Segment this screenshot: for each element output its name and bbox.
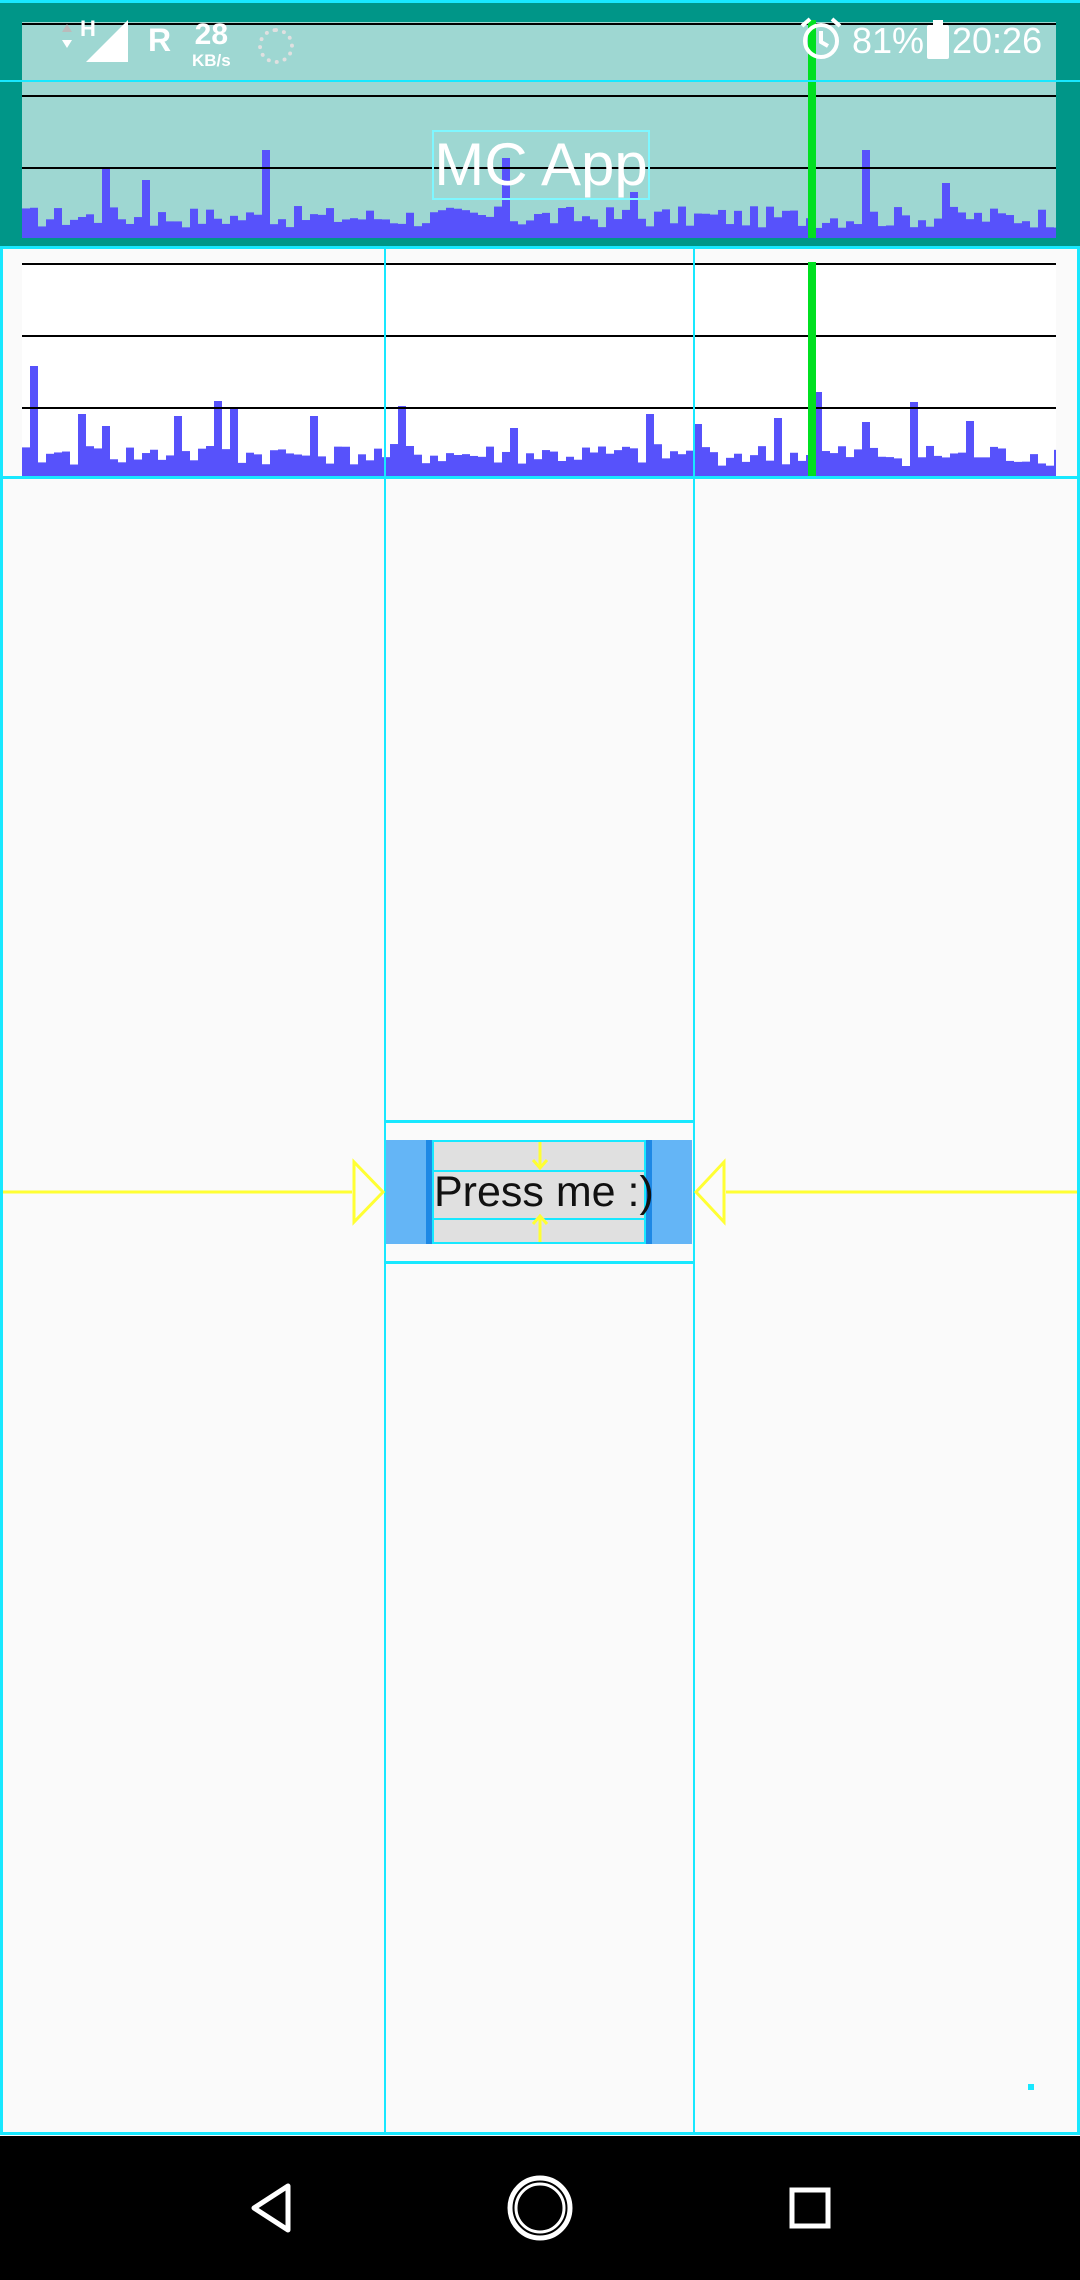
back-icon[interactable]	[230, 2168, 310, 2248]
screen: H R 28 KB/s 81% 20:26 MC App Press me :)	[0, 0, 1080, 2280]
constraint-arrow-left	[352, 1158, 386, 1226]
navigation-bar	[0, 2136, 1080, 2280]
constraint-overlay	[3, 1142, 1077, 1242]
recents-icon[interactable]	[770, 2168, 850, 2248]
home-icon[interactable]	[500, 2168, 580, 2248]
constraint-arrow-right	[693, 1158, 726, 1226]
